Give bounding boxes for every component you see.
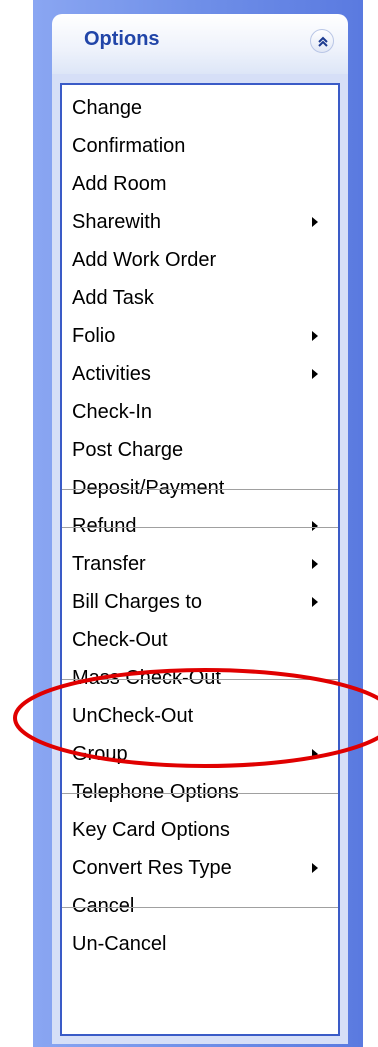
menu-item-un-cancel[interactable]: Un-Cancel [62,925,338,963]
menu-item-confirmation[interactable]: Confirmation [62,127,338,165]
double-chevron-up-icon [318,36,328,47]
menu-item-label: Cancel [72,895,135,917]
menu-item-label: Add Room [72,173,167,195]
options-header[interactable]: Options [52,14,348,74]
menu-item-label: Un-Cancel [72,933,167,955]
menu-item-label: Telephone Options [72,781,239,803]
menu-divider [62,527,338,528]
menu-item-label: Transfer [72,553,146,575]
menu-item-label: Group [72,743,128,765]
menu-item-label: UnCheck-Out [72,705,194,727]
menu-item-add-room[interactable]: Add Room [62,165,338,203]
menu-item-label: Sharewith [72,211,161,233]
submenu-arrow-icon [312,749,318,759]
submenu-arrow-icon [312,559,318,569]
menu-item-label: Key Card Options [72,819,230,841]
menu-item-deposit-payment[interactable]: Deposit/Payment [62,469,338,507]
menu-item-sharewith[interactable]: Sharewith [62,203,338,241]
menu-item-bill-charges-to[interactable]: Bill Charges to [62,583,338,621]
submenu-arrow-icon [312,597,318,607]
submenu-arrow-icon [312,863,318,873]
submenu-arrow-icon [312,331,318,341]
menu-item-label: Check-In [72,401,153,423]
menu-item-convert-res-type[interactable]: Convert Res Type [62,849,338,887]
menu-item-refund[interactable]: Refund [62,507,338,545]
menu-item-label: Confirmation [72,135,186,157]
menu-item-key-card-options[interactable]: Key Card Options [62,811,338,849]
menu-item-cancel[interactable]: Cancel [62,887,338,925]
menu-item-label: Mass Check-Out [72,667,221,689]
menu-item-label: Change [72,97,143,119]
menu-item-label: Add Work Order [72,249,217,271]
menu-item-mass-check-out[interactable]: Mass Check-Out [62,659,338,697]
menu-item-label: Bill Charges to [72,591,203,613]
menu-item-add-task[interactable]: Add Task [62,279,338,317]
options-title: Options [84,28,160,50]
menu-divider [62,489,338,490]
menu-item-check-out[interactable]: Check-Out [62,621,338,659]
submenu-arrow-icon [312,521,318,531]
menu-item-change[interactable]: Change [62,89,338,127]
menu-item-label: Convert Res Type [72,857,232,879]
options-body: Change Confirmation Add Room Sharewith A… [52,74,348,1044]
menu-item-group[interactable]: Group [62,735,338,773]
menu-item-label: Check-Out [72,629,168,651]
menu-item-uncheck-out[interactable]: UnCheck-Out [62,697,338,735]
options-menu: Change Confirmation Add Room Sharewith A… [60,83,340,1036]
menu-divider [62,907,338,908]
menu-item-post-charge[interactable]: Post Charge [62,431,338,469]
menu-item-label: Activities [72,363,151,385]
menu-item-label: Deposit/Payment [72,477,225,499]
menu-divider [62,793,338,794]
menu-item-transfer[interactable]: Transfer [62,545,338,583]
menu-divider [62,679,338,680]
menu-item-label: Folio [72,325,116,347]
collapse-button[interactable] [310,29,334,53]
menu-item-check-in[interactable]: Check-In [62,393,338,431]
menu-item-activities[interactable]: Activities [62,355,338,393]
menu-item-label: Refund [72,515,137,537]
options-panel: Options Change Confirmation Add Room Sha… [52,14,348,1047]
menu-item-add-work-order[interactable]: Add Work Order [62,241,338,279]
submenu-arrow-icon [312,217,318,227]
menu-item-label: Add Task [72,287,154,309]
menu-item-folio[interactable]: Folio [62,317,338,355]
menu-item-telephone-options[interactable]: Telephone Options [62,773,338,811]
menu-item-label: Post Charge [72,439,184,461]
submenu-arrow-icon [312,369,318,379]
